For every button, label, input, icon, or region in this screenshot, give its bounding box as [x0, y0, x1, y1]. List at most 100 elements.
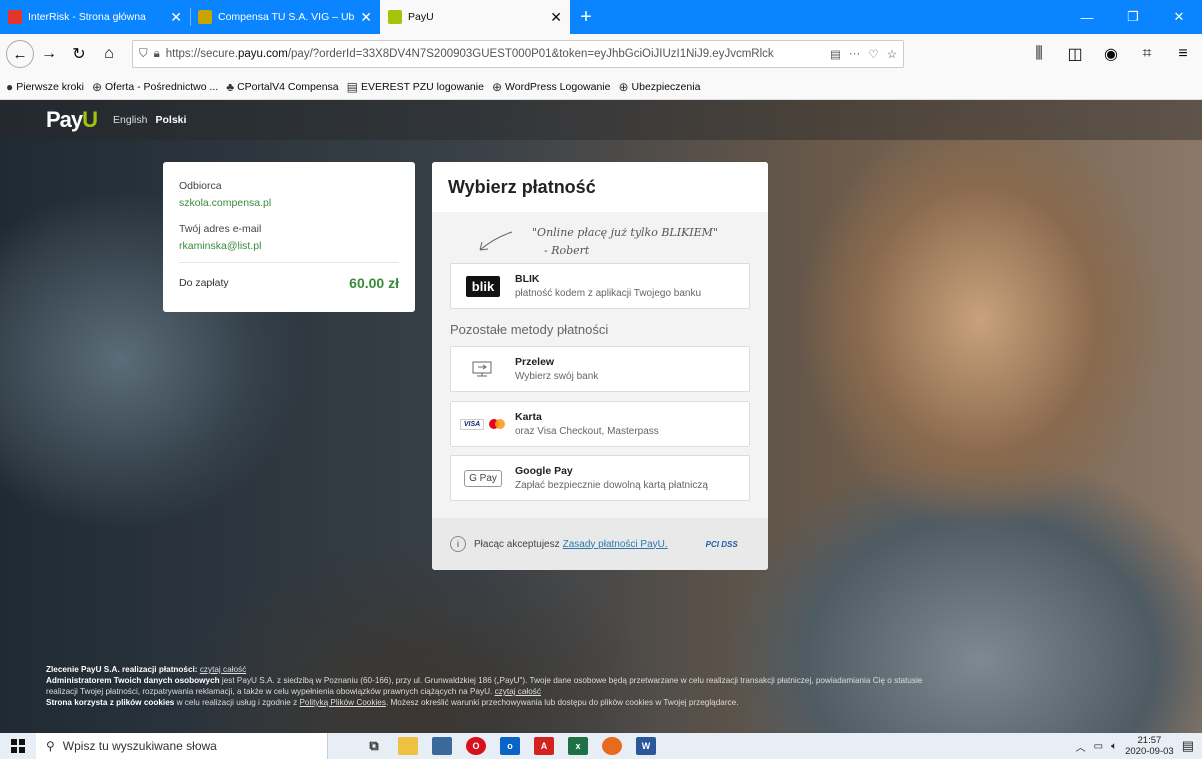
info-icon: i: [450, 536, 466, 552]
bookmark-item[interactable]: ▤ EVEREST PZU logowanie: [347, 80, 484, 94]
google-pay-title: Google Pay: [515, 465, 573, 477]
email-value: rkaminska@list.pl: [179, 240, 262, 252]
volume-icon[interactable]: 🔈︎: [1111, 741, 1117, 752]
forward-button[interactable]: →: [34, 39, 64, 69]
lock-icon[interactable]: 🔒︎: [154, 48, 160, 61]
firefox-icon: ●: [6, 79, 14, 94]
bookmark-item[interactable]: ⊕ WordPress Logowanie: [492, 80, 611, 94]
read-more-link[interactable]: czytaj całość: [200, 665, 246, 674]
minimize-icon[interactable]: —: [1064, 0, 1110, 34]
network-icon[interactable]: ▭: [1094, 741, 1103, 752]
legal-cookies-text: w celu realizacji usług i zgodnie z: [174, 698, 298, 707]
toolbar-right: ⫼ ◫ ◉ ⌗ ≡: [1024, 39, 1202, 69]
tab-payu[interactable]: PayU ✕: [380, 0, 570, 34]
bookmark-item[interactable]: ♣ CPortalV4 Compensa: [226, 80, 338, 94]
opera-icon[interactable]: O: [466, 737, 486, 755]
transfer-option[interactable]: Przelew Wybierz swój bank: [450, 346, 750, 392]
tab-compensa[interactable]: Compensa TU S.A. VIG – Ubezp ✕: [190, 0, 380, 34]
globe-icon: ⊕: [618, 79, 629, 94]
email-label: Twój adres e-mail: [179, 223, 262, 235]
word-icon[interactable]: W: [636, 737, 656, 755]
visa-icon: VISA: [459, 418, 485, 430]
payu-logo: PayU: [46, 107, 98, 132]
task-view-icon[interactable]: ⧉: [364, 737, 384, 755]
blik-option[interactable]: blik BLIK płatność kodem z aplikacji Twoj…: [450, 263, 750, 309]
clock[interactable]: 21:57 2020-09-03: [1125, 735, 1174, 757]
sidebar-icon[interactable]: ◫: [1060, 39, 1090, 69]
transfer-subtitle: Wybierz swój bank: [515, 371, 599, 382]
account-icon[interactable]: ◉: [1096, 39, 1126, 69]
tab-interrisk[interactable]: InterRisk - Strona główna ✕: [0, 0, 190, 34]
close-tab-icon[interactable]: ✕: [550, 9, 562, 26]
tab-title: Compensa TU S.A. VIG – Ubezp: [218, 11, 355, 23]
card-option[interactable]: VISA Karta oraz Visa Checkout, Masterpass: [450, 401, 750, 447]
recipient-label: Odbiorca: [179, 180, 222, 192]
window-controls: — ❐ ✕: [1064, 0, 1202, 34]
new-tab-button[interactable]: +: [570, 0, 602, 34]
compensa-favicon-icon: [198, 10, 212, 24]
card-title: Karta: [515, 411, 542, 423]
payu-header: PayU English Polski: [0, 100, 1202, 140]
order-summary-card: Odbiorca szkola.compensa.pl Twój adres e…: [163, 162, 415, 312]
read-more-link[interactable]: czytaj całość: [495, 687, 541, 696]
system-tray: ︿ ▭ 🔈︎ 21:57 2020-09-03 ▤: [1076, 735, 1202, 757]
payment-title: Wybierz płatność: [432, 162, 768, 212]
lang-english[interactable]: English: [113, 114, 147, 126]
pocket-icon[interactable]: ♡: [868, 47, 878, 61]
library-icon[interactable]: ⫼: [1024, 39, 1054, 69]
page-icon: ▤: [346, 79, 358, 94]
reader-view-icon[interactable]: ▤: [830, 47, 841, 61]
amount-value: 60.00 zł: [349, 275, 399, 291]
google-pay-option[interactable]: G Pay Google Pay Zapłać bezpiecznie dowol…: [450, 455, 750, 501]
home-button[interactable]: ⌂: [94, 39, 124, 69]
bookmark-star-icon[interactable]: ☆: [887, 47, 897, 61]
bookmark-item[interactable]: ⊕ Ubezpieczenia: [618, 80, 700, 94]
interrisk-favicon-icon: [8, 10, 22, 24]
reload-button[interactable]: ↻: [64, 39, 94, 69]
bookmark-item[interactable]: ● Pierwsze kroki: [6, 80, 84, 94]
bookmark-item[interactable]: ⊕ Oferta - Pośrednictwo ...: [92, 80, 218, 94]
amount-label: Do zapłaty: [179, 277, 229, 289]
google-pay-icon: G Pay: [464, 469, 502, 487]
globe-icon: ⊕: [91, 79, 102, 94]
page-actions-icon[interactable]: ···: [849, 48, 861, 60]
menu-icon[interactable]: ≡: [1168, 39, 1198, 69]
url-text: https://secure.payu.com/pay/?orderId=33X…: [165, 48, 774, 60]
taskbar-search[interactable]: ⚲ Wpisz tu wyszukiwane słowa: [36, 733, 328, 759]
cookies-policy-link[interactable]: Polityką Plików Cookies: [299, 698, 385, 707]
close-tab-icon[interactable]: ✕: [360, 9, 372, 26]
file-explorer-icon[interactable]: [398, 737, 418, 755]
blik-subtitle: płatność kodem z aplikacji Twojego banku: [515, 288, 702, 299]
back-button[interactable]: ←: [6, 40, 34, 68]
lang-polski[interactable]: Polski: [156, 114, 187, 126]
shield-icon[interactable]: ⛉: [139, 48, 148, 61]
outlook-icon[interactable]: o: [500, 737, 520, 755]
notifications-icon[interactable]: ▤: [1182, 738, 1194, 754]
extension-icon[interactable]: ⌗: [1132, 39, 1162, 69]
chevron-up-icon[interactable]: ︿: [1076, 739, 1086, 754]
search-icon: ⚲: [46, 739, 55, 753]
other-methods-heading: Pozostałe metody płatności: [450, 322, 609, 337]
calculator-icon[interactable]: [432, 737, 452, 755]
start-button[interactable]: [0, 739, 36, 753]
excel-icon[interactable]: x: [568, 737, 588, 755]
transfer-title: Przelew: [515, 356, 555, 368]
acrobat-icon[interactable]: A: [534, 737, 554, 755]
bookmarks-bar: ● Pierwsze kroki ⊕ Oferta - Pośrednictwo .…: [0, 74, 1202, 100]
card-subtitle: oraz Visa Checkout, Masterpass: [515, 426, 659, 437]
close-tab-icon[interactable]: ✕: [170, 9, 182, 26]
terms-footer: i Płacąc akceptujesz Zasady płatności Pa…: [432, 518, 768, 570]
globe-icon: ⊕: [491, 79, 503, 94]
legal-data-bold: Administratorem Twoich danych osobowych: [46, 676, 220, 685]
blik-logo-icon: blik: [465, 275, 501, 297]
windows-taskbar: ⚲ Wpisz tu wyszukiwane słowa ⧉ O o A x W…: [0, 733, 1202, 759]
restore-icon[interactable]: ❐: [1110, 0, 1156, 34]
blik-title: BLIK: [515, 273, 540, 285]
payu-favicon-icon: [388, 10, 402, 24]
terms-link[interactable]: Zasady płatności PayU.: [563, 539, 668, 550]
amount-row: Do zapłaty 60.00 zł: [179, 262, 399, 291]
url-bar[interactable]: ⛉ 🔒︎ https://secure.payu.com/pay/?orderI…: [132, 40, 904, 68]
firefox-taskbar-icon[interactable]: [602, 737, 622, 755]
close-window-icon[interactable]: ✕: [1156, 0, 1202, 34]
legal-cookies-bold: Strona korzysta z plików cookies: [46, 698, 175, 707]
